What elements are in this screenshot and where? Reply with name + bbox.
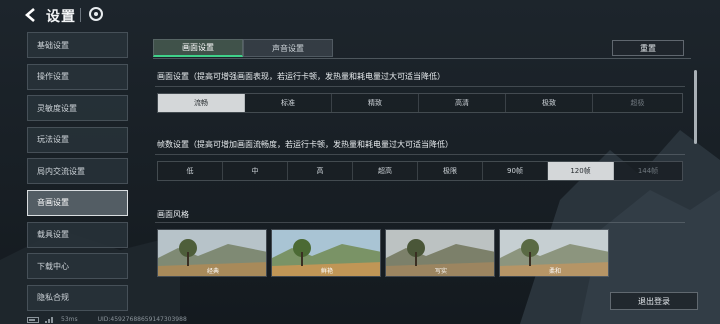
framerate-option-144fps[interactable]: 144帧 — [614, 162, 682, 180]
sidebar-item-communication[interactable]: 局内交流设置 — [27, 158, 128, 185]
framerate-option-extreme[interactable]: 极限 — [418, 162, 483, 180]
back-button[interactable] — [22, 6, 40, 24]
graphics-option-extreme[interactable]: 超极 — [593, 94, 682, 112]
customer-service-icon[interactable] — [88, 6, 104, 22]
framerate-option-super-high[interactable]: 超高 — [353, 162, 418, 180]
style-card-label: 经典 — [206, 268, 219, 275]
top-bar: 设置 — [0, 0, 720, 30]
uid-text: UID:4592768865914730398​8 — [97, 316, 187, 323]
graphics-option-fine[interactable]: 精致 — [332, 94, 419, 112]
sidebar-item-privacy[interactable]: 隐私合规 — [27, 284, 128, 311]
sidebar-item-label: 隐私合规 — [37, 293, 69, 303]
style-card-realistic[interactable]: 写实 — [385, 229, 495, 277]
page-title: 设置 — [46, 9, 76, 25]
framerate-option-low[interactable]: 低 — [158, 162, 223, 180]
graphics-quality-selector: 流畅 标准 精致 高清 极致 超极 — [157, 93, 683, 113]
title-divider — [80, 8, 81, 22]
scrollbar[interactable] — [694, 70, 697, 144]
graphics-section-title: 画面设置（提高可增强画面表现，若运行卡顿，发热量和耗电量过大可适当降低） — [157, 72, 445, 81]
section-divider — [155, 154, 685, 155]
latency-text: 53ms — [61, 316, 78, 323]
chevron-left-icon — [25, 8, 35, 22]
style-card-row: 经典 鲜艳 写实 柔和 — [157, 229, 609, 277]
sidebar-item-vehicle[interactable]: 载具设置 — [27, 221, 128, 248]
status-bar: 53ms UID:4592768865914730398​8 — [27, 315, 187, 324]
battery-icon — [27, 316, 39, 323]
sidebar-item-download-center[interactable]: 下载中心 — [27, 253, 128, 280]
sidebar-item-label: 玩法设置 — [37, 135, 69, 145]
framerate-selector: 低 中 高 超高 极限 90帧 120帧 144帧 — [157, 161, 683, 181]
section-divider — [155, 222, 685, 223]
style-card-label: 鲜艳 — [320, 268, 333, 275]
framerate-option-120fps[interactable]: 120帧 — [548, 162, 614, 180]
sidebar: 基础设置 操作设置 灵敏度设置 玩法设置 局内交流设置 音画设置 载具设置 下载… — [27, 32, 128, 316]
sidebar-item-label: 局内交流设置 — [37, 166, 85, 176]
framerate-option-90fps[interactable]: 90帧 — [483, 162, 548, 180]
tab-divider — [153, 58, 691, 59]
tab-sound[interactable]: 声音设置 — [243, 39, 333, 57]
framerate-option-medium[interactable]: 中 — [223, 162, 288, 180]
graphics-option-smooth[interactable]: 流畅 — [158, 94, 245, 112]
reset-button[interactable]: 重置 — [612, 40, 684, 56]
sidebar-item-label: 下载中心 — [37, 261, 69, 271]
style-card-label: 柔和 — [548, 268, 561, 275]
style-card-soft[interactable]: 柔和 — [499, 229, 609, 277]
sidebar-item-basic[interactable]: 基础设置 — [27, 32, 128, 58]
framerate-option-high[interactable]: 高 — [288, 162, 353, 180]
sidebar-item-label: 基础设置 — [37, 40, 69, 50]
style-card-label: 写实 — [434, 268, 447, 275]
framerate-section-title: 帧数设置（提高可增加画面流畅度，若运行卡顿，发热量和耗电量过大可适当降低） — [157, 140, 453, 149]
style-card-classic[interactable]: 经典 — [157, 229, 267, 277]
graphics-option-standard[interactable]: 标准 — [245, 94, 332, 112]
sidebar-item-label: 音画设置 — [37, 198, 69, 208]
sidebar-item-controls[interactable]: 操作设置 — [27, 63, 128, 90]
sidebar-item-sensitivity[interactable]: 灵敏度设置 — [27, 95, 128, 122]
sidebar-item-label: 灵敏度设置 — [37, 103, 77, 113]
tab-label: 画面设置 — [182, 43, 214, 52]
logout-button[interactable]: 退出登录 — [610, 292, 698, 310]
sidebar-item-label: 操作设置 — [37, 72, 69, 82]
style-section-title: 画面风格 — [157, 210, 189, 219]
sidebar-item-label: 载具设置 — [37, 230, 69, 240]
style-card-vivid[interactable]: 鲜艳 — [271, 229, 381, 277]
tab-label: 声音设置 — [272, 43, 304, 53]
graphics-option-ultra[interactable]: 极致 — [506, 94, 593, 112]
tab-graphics[interactable]: 画面设置 — [153, 39, 243, 57]
signal-icon — [45, 317, 53, 323]
sidebar-item-audio-video[interactable]: 音画设置 — [27, 189, 128, 216]
sidebar-item-gameplay[interactable]: 玩法设置 — [27, 126, 128, 153]
settings-panel: 画面设置 声音设置 重置 画面设置（提高可增强画面表现，若运行卡顿，发热量和耗电… — [145, 34, 700, 324]
graphics-option-hd[interactable]: 高清 — [419, 94, 506, 112]
section-divider — [155, 86, 685, 87]
